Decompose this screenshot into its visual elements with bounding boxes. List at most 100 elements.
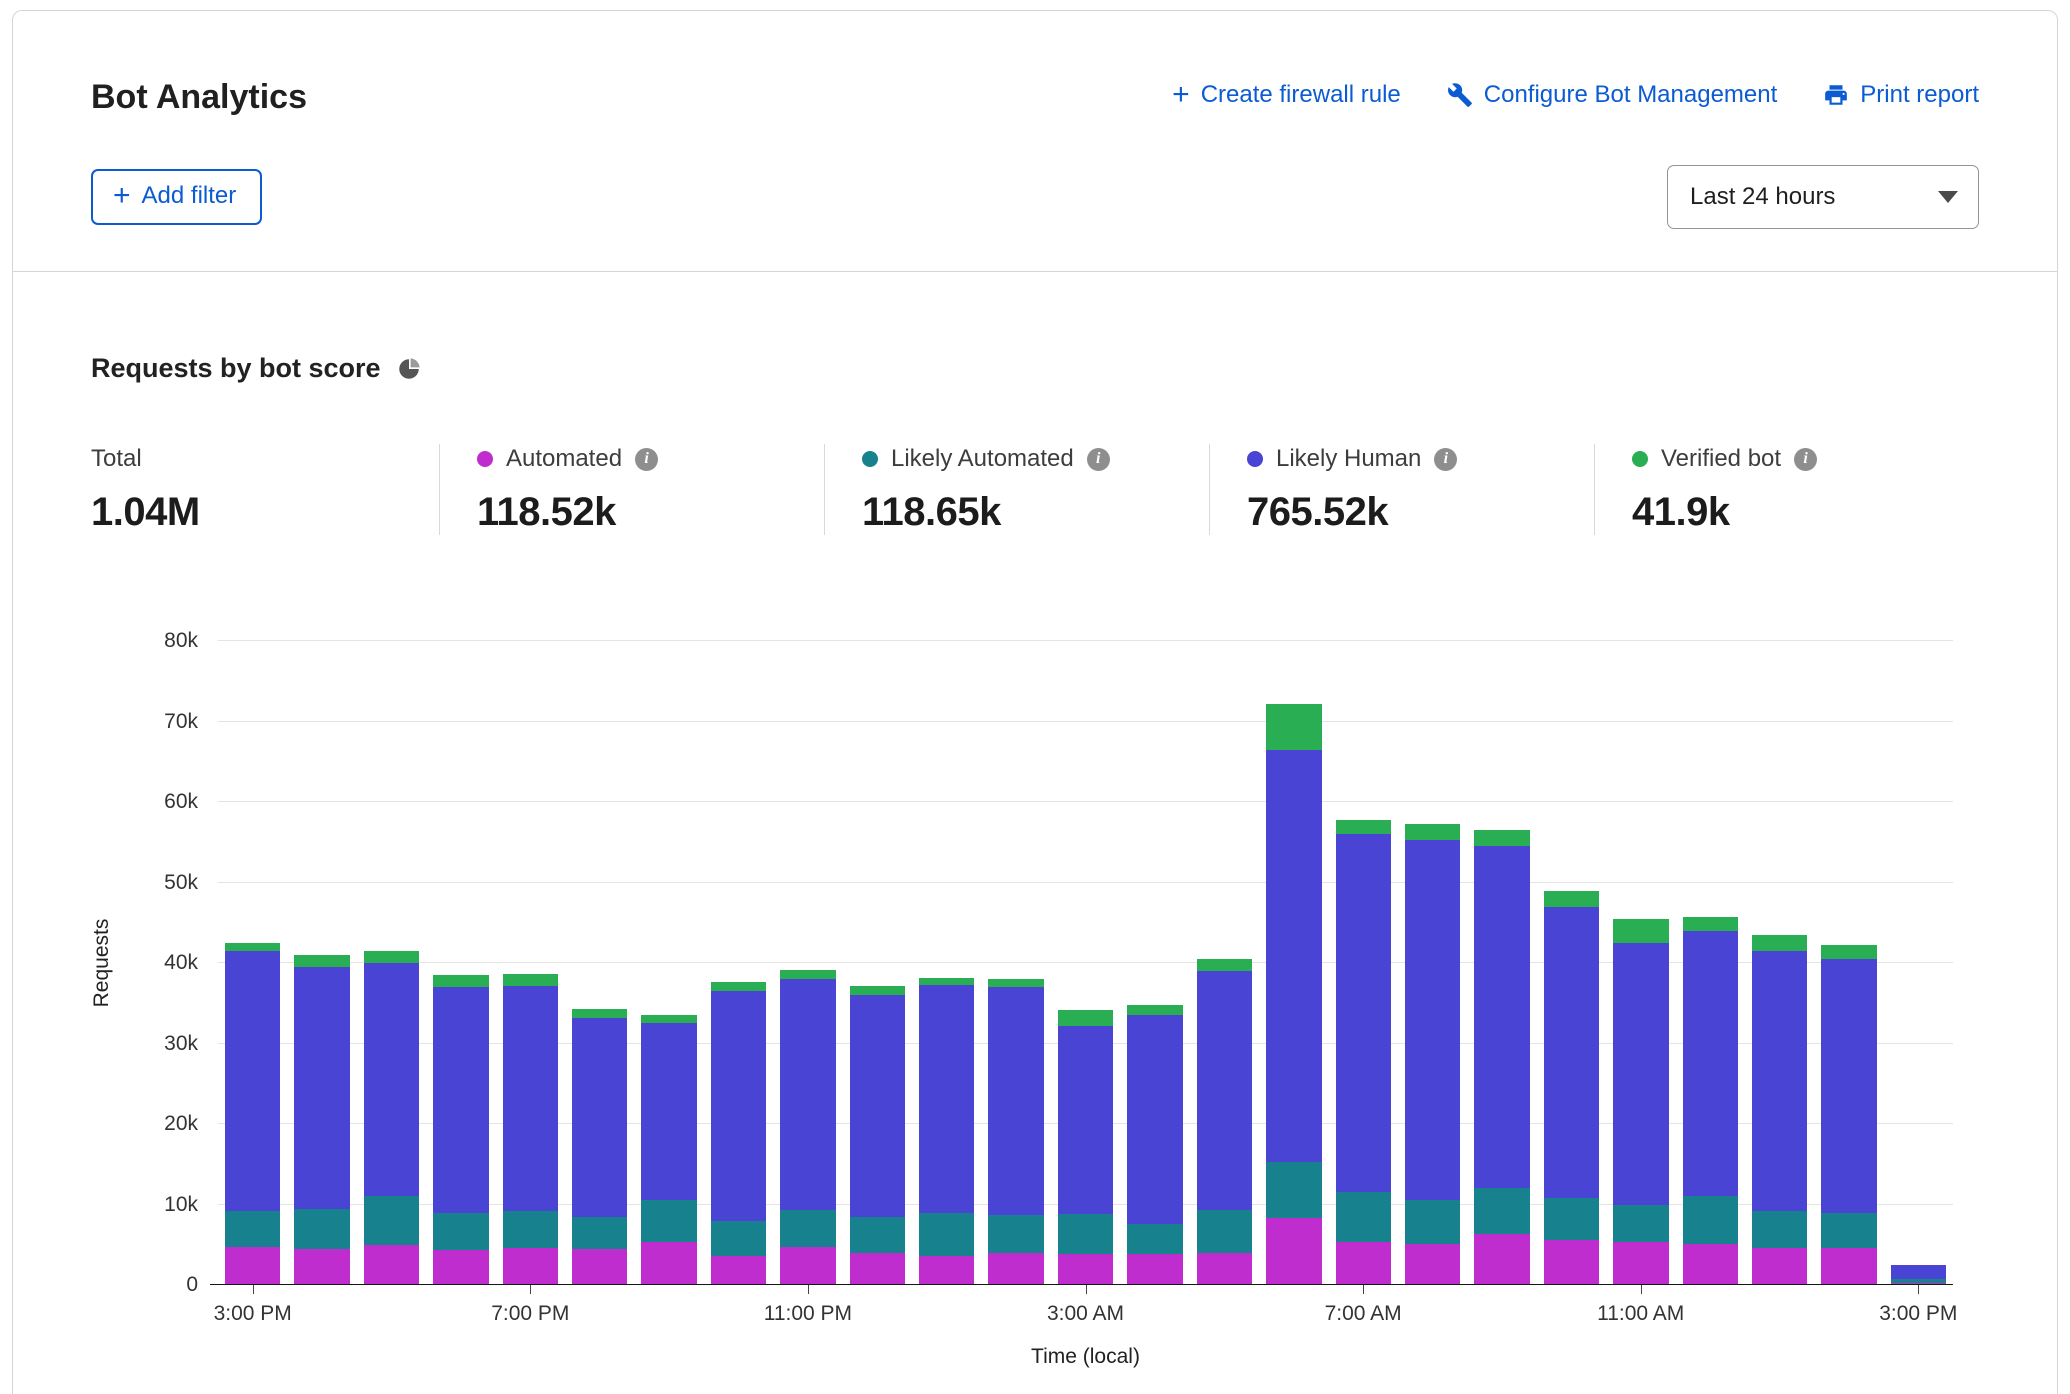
likely-automated-segment bbox=[572, 1217, 627, 1249]
bot-analytics-card: Bot Analytics + Create firewall rule Con… bbox=[12, 10, 2058, 1394]
stat-likely-automated: Likely Automated i 118.65k bbox=[824, 444, 1209, 535]
likely-human-segment bbox=[1197, 971, 1252, 1210]
likely-human-segment bbox=[850, 995, 905, 1216]
legend-dot bbox=[1247, 451, 1263, 467]
verified-bot-segment bbox=[850, 986, 905, 996]
automated-segment bbox=[1405, 1244, 1460, 1285]
verified-bot-segment bbox=[1266, 704, 1321, 750]
likely-human-segment bbox=[572, 1018, 627, 1217]
chart-bar-500pm[interactable] bbox=[357, 641, 426, 1285]
automated-segment bbox=[433, 1250, 488, 1285]
likely-human-segment bbox=[1127, 1015, 1182, 1224]
likely-human-segment bbox=[919, 985, 974, 1213]
info-icon[interactable]: i bbox=[635, 448, 658, 471]
chart-bar-100pm[interactable] bbox=[1745, 641, 1814, 1285]
requests-chart: Requests Time (local) 010k20k30k40k50k60… bbox=[218, 641, 1953, 1285]
legend-dot bbox=[477, 451, 493, 467]
automated-segment bbox=[1058, 1254, 1113, 1285]
chart-bar-1000am[interactable] bbox=[1537, 641, 1606, 1285]
stat-value: 118.52k bbox=[477, 490, 824, 535]
y-tick-label: 70k bbox=[164, 710, 198, 734]
verified-bot-segment bbox=[641, 1015, 696, 1023]
chart-bar-1000pm[interactable] bbox=[704, 641, 773, 1285]
x-tick bbox=[530, 1285, 531, 1294]
x-tick bbox=[1641, 1285, 1642, 1294]
likely-automated-segment bbox=[503, 1211, 558, 1248]
chart-bar-1200pm[interactable] bbox=[1676, 641, 1745, 1285]
chart-bar-800am[interactable] bbox=[1398, 641, 1467, 1285]
verified-bot-segment bbox=[1197, 959, 1252, 971]
print-report-label: Print report bbox=[1860, 81, 1979, 109]
pie-chart-icon bbox=[396, 356, 422, 382]
likely-human-segment bbox=[1544, 907, 1599, 1198]
chart-bar-400pm[interactable] bbox=[287, 641, 356, 1285]
wrench-icon bbox=[1447, 82, 1473, 108]
configure-bot-management-link[interactable]: Configure Bot Management bbox=[1447, 81, 1778, 109]
verified-bot-segment bbox=[1752, 935, 1807, 951]
x-tick-label: 7:00 AM bbox=[1325, 1302, 1402, 1326]
chart-bar-1200am[interactable] bbox=[843, 641, 912, 1285]
likely-human-segment bbox=[1474, 846, 1529, 1187]
automated-segment bbox=[1821, 1248, 1876, 1285]
verified-bot-segment bbox=[294, 955, 349, 967]
verified-bot-segment bbox=[1544, 891, 1599, 906]
legend-dot bbox=[1632, 451, 1648, 467]
add-filter-button[interactable]: + Add filter bbox=[91, 169, 262, 225]
chart-bar-900pm[interactable] bbox=[634, 641, 703, 1285]
chart-bar-700pm[interactable] bbox=[496, 641, 565, 1285]
likely-human-segment bbox=[780, 979, 835, 1210]
chart-bar-300am[interactable] bbox=[1051, 641, 1120, 1285]
chart-bar-800pm[interactable] bbox=[565, 641, 634, 1285]
y-tick-label: 60k bbox=[164, 790, 198, 814]
verified-bot-segment bbox=[988, 979, 1043, 987]
chart-bar-900am[interactable] bbox=[1467, 641, 1536, 1285]
header-actions: + Create firewall rule Configure Bot Man… bbox=[1172, 81, 1979, 109]
chart-bar-300pm[interactable] bbox=[1884, 641, 1953, 1285]
print-report-link[interactable]: Print report bbox=[1823, 81, 1979, 109]
automated-segment bbox=[780, 1247, 835, 1285]
automated-segment bbox=[572, 1249, 627, 1285]
section-title: Requests by bot score bbox=[91, 353, 381, 384]
likely-human-segment bbox=[1821, 959, 1876, 1213]
likely-automated-segment bbox=[1058, 1214, 1113, 1253]
likely-automated-segment bbox=[364, 1196, 419, 1244]
automated-segment bbox=[1474, 1234, 1529, 1285]
chart-bar-1100am[interactable] bbox=[1606, 641, 1675, 1285]
chart-bar-600pm[interactable] bbox=[426, 641, 495, 1285]
verified-bot-segment bbox=[364, 951, 419, 963]
create-firewall-rule-label: Create firewall rule bbox=[1201, 81, 1401, 109]
chart-bar-200pm[interactable] bbox=[1814, 641, 1883, 1285]
stat-label: Likely Human bbox=[1276, 445, 1421, 473]
likely-automated-segment bbox=[225, 1211, 280, 1247]
x-tick bbox=[1918, 1285, 1919, 1294]
chart-bar-1100pm[interactable] bbox=[773, 641, 842, 1285]
chart-bar-200am[interactable] bbox=[981, 641, 1050, 1285]
stat-label: Verified bot bbox=[1661, 445, 1781, 473]
info-icon[interactable]: i bbox=[1087, 448, 1110, 471]
chart-bar-400am[interactable] bbox=[1120, 641, 1189, 1285]
stat-value: 118.65k bbox=[862, 490, 1209, 535]
time-range-select[interactable]: Last 24 hours bbox=[1667, 165, 1979, 229]
stat-total-value: 1.04M bbox=[91, 490, 439, 535]
likely-human-segment bbox=[1683, 931, 1738, 1197]
verified-bot-segment bbox=[1405, 824, 1460, 840]
chart-bar-100am[interactable] bbox=[912, 641, 981, 1285]
chart-bar-600am[interactable] bbox=[1259, 641, 1328, 1285]
create-firewall-rule-link[interactable]: + Create firewall rule bbox=[1172, 81, 1401, 109]
info-icon[interactable]: i bbox=[1434, 448, 1457, 471]
y-tick-label: 50k bbox=[164, 871, 198, 895]
page-title: Bot Analytics bbox=[91, 77, 307, 117]
automated-segment bbox=[1127, 1254, 1182, 1285]
chart-bar-700am[interactable] bbox=[1329, 641, 1398, 1285]
verified-bot-segment bbox=[1821, 945, 1876, 959]
info-icon[interactable]: i bbox=[1794, 448, 1817, 471]
likely-human-segment bbox=[364, 963, 419, 1196]
likely-automated-segment bbox=[850, 1217, 905, 1253]
likely-automated-segment bbox=[711, 1221, 766, 1256]
likely-automated-segment bbox=[641, 1200, 696, 1242]
x-tick bbox=[1086, 1285, 1087, 1294]
chart-bar-500am[interactable] bbox=[1190, 641, 1259, 1285]
x-tick-label: 3:00 PM bbox=[1879, 1302, 1957, 1326]
chart-bar-300pm[interactable] bbox=[218, 641, 287, 1285]
y-axis-title: Requests bbox=[87, 863, 117, 1063]
